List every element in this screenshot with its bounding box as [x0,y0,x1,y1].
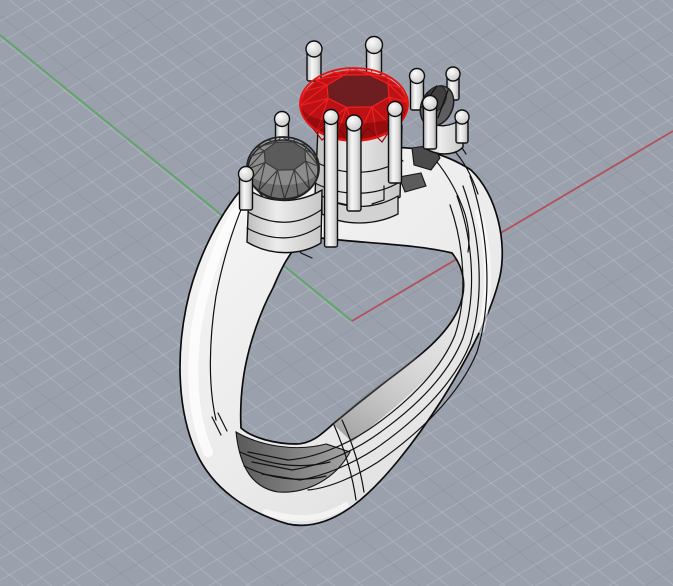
ring-model[interactable] [179,35,504,527]
grid-minor-line [0,566,25,586]
grid-minor-line [26,203,673,586]
gem-table-facet [326,73,390,109]
grid-minor-line [0,0,74,44]
prong [237,165,255,211]
prong-shaft [346,122,362,212]
grid-major-line [98,246,673,586]
prong-dome [445,66,461,82]
prong-dome [364,35,384,55]
prong [454,109,470,144]
grid-minor-line [570,525,673,586]
prong-dome [345,114,363,132]
prong-shaft [323,116,339,248]
prong-dome [386,100,404,118]
cad-viewport[interactable] [0,0,673,586]
gem-table-facet [263,141,307,171]
perspective-view-canvas[interactable] [0,0,673,586]
grid-minor-line [0,0,38,22]
prong-dome [408,67,426,85]
prong-dome [322,108,340,126]
prong-dome [421,94,439,112]
prong [345,114,363,212]
prong [305,40,323,82]
grid-minor-line [0,0,110,65]
prong-dome [305,40,323,58]
prong-dome [237,165,255,183]
prong [322,108,340,248]
prong [421,94,439,150]
prong [386,100,404,184]
prong-dome [273,110,291,128]
prong-shaft [387,108,403,184]
left-side-stone[interactable] [246,136,320,201]
prong-dome [454,109,470,125]
